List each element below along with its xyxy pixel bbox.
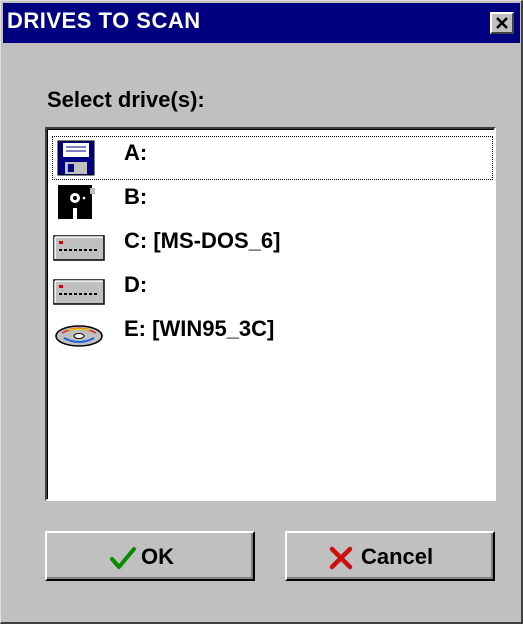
dialog-title: DRIVES TO SCAN bbox=[7, 8, 201, 33]
drive-item-e[interactable]: E: [WIN95_3C] bbox=[52, 312, 493, 356]
hard-drive-icon bbox=[53, 235, 105, 261]
floppy-35-icon bbox=[57, 140, 95, 176]
drive-item-b[interactable]: B: bbox=[52, 180, 493, 224]
drive-label: E: [WIN95_3C] bbox=[124, 316, 275, 341]
cancel-label: Cancel bbox=[361, 544, 434, 569]
cd-rom-icon bbox=[55, 325, 103, 347]
drives-to-scan-dialog: DRIVES TO SCAN Select drive(s): A: B: C:… bbox=[0, 0, 523, 624]
checkmark-icon bbox=[110, 547, 136, 569]
title-bar[interactable]: DRIVES TO SCAN bbox=[3, 3, 520, 43]
drive-label: A: bbox=[124, 140, 148, 165]
drive-label: B: bbox=[124, 184, 148, 209]
close-button[interactable] bbox=[490, 12, 514, 34]
drive-label: C: [MS-DOS_6] bbox=[124, 228, 281, 253]
cross-icon bbox=[329, 546, 353, 570]
floppy-525-icon bbox=[58, 185, 95, 219]
ok-button[interactable]: OK bbox=[45, 531, 255, 581]
cancel-button[interactable]: Cancel bbox=[285, 531, 495, 581]
hard-drive-icon bbox=[53, 279, 105, 305]
drive-item-c[interactable]: C: [MS-DOS_6] bbox=[52, 224, 493, 268]
close-icon bbox=[496, 17, 508, 29]
drive-listbox[interactable]: A: B: C: [MS-DOS_6] D: E: [WIN95_3C] bbox=[45, 127, 496, 501]
ok-label: OK bbox=[141, 544, 174, 569]
select-drives-label: Select drive(s): bbox=[47, 87, 205, 112]
drive-item-d[interactable]: D: bbox=[52, 268, 493, 312]
drive-item-a[interactable]: A: bbox=[52, 136, 493, 180]
drive-label: D: bbox=[124, 272, 148, 297]
